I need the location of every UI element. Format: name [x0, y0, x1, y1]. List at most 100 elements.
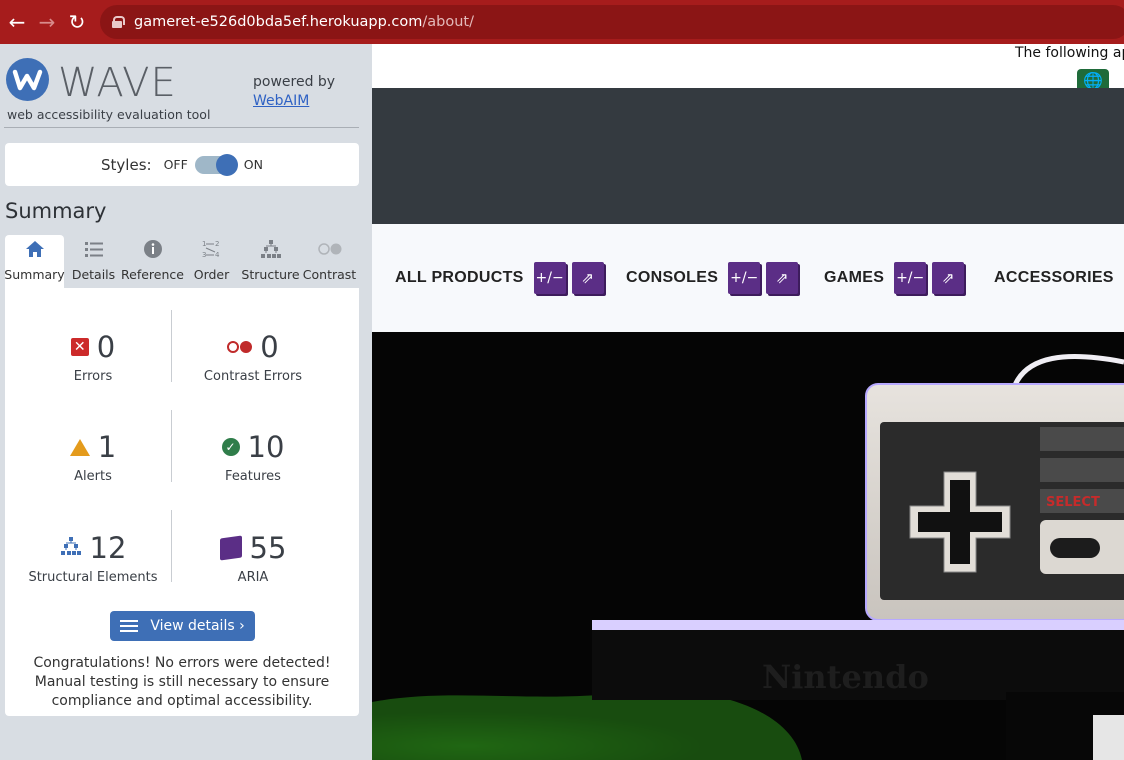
wave-header: WAVE web accessibility evaluation tool p…: [0, 44, 372, 128]
svg-text:SELECT: SELECT: [1046, 495, 1100, 510]
aria-popup-icon[interactable]: ⇗: [766, 262, 799, 294]
toggle-knob: [215, 153, 238, 176]
wave-wordmark: WAVE: [58, 60, 177, 106]
order-icon: 1 2 3 4: [201, 238, 223, 260]
nav-item-consoles[interactable]: CONSOLES +/− ⇗: [626, 262, 799, 294]
aria-expanded-icon[interactable]: +/−: [533, 262, 566, 294]
alerts-count: 1: [97, 430, 117, 464]
lock-icon: [112, 16, 125, 28]
errors-count: 0: [96, 330, 116, 364]
tab-summary[interactable]: Summary: [4, 235, 65, 288]
nav-label: GAMES: [824, 269, 885, 286]
controller-photo: SELECT Nintendo: [372, 332, 1124, 760]
nav-item-accessories[interactable]: ACCESSORIES +: [994, 262, 1124, 294]
wave-sidebar: WAVE web accessibility evaluation tool p…: [0, 44, 372, 760]
reload-icon[interactable]: ↻: [64, 9, 90, 35]
alerts-stat[interactable]: 1 Alerts: [13, 429, 173, 484]
url-path: /about/: [422, 14, 474, 30]
errors-stat[interactable]: ✕ 0 Errors: [13, 329, 173, 384]
tab-summary-label: Summary: [4, 267, 65, 282]
congratulations-message: Congratulations! No errors were detected…: [33, 655, 331, 709]
checkmark-icon: ✓: [221, 438, 240, 456]
wave-tabs: Summary Details Reference 1 2 3 4 Order Str…: [4, 235, 359, 288]
styles-on-label: ON: [243, 157, 263, 172]
nav-label: ALL PRODUCTS: [395, 269, 524, 286]
home-icon: [25, 238, 45, 260]
address-bar[interactable]: gameret-e526d0bda5ef.herokuapp.com/about…: [100, 5, 1124, 39]
error-icon: ✕: [70, 338, 89, 356]
info-icon: [143, 238, 163, 260]
aria-label: ARIA: [237, 570, 269, 585]
svg-text:4: 4: [215, 251, 220, 259]
tab-details[interactable]: Details: [64, 235, 123, 288]
features-count: 10: [247, 430, 285, 464]
structural-stat[interactable]: 12 Structural Elements: [13, 530, 173, 585]
tab-reference-label: Reference: [121, 267, 184, 282]
browser-toolbar: ← → ↻ gameret-e526d0bda5ef.herokuapp.com…: [0, 0, 1124, 44]
contrast-icon: [317, 238, 343, 260]
aria-expanded-icon[interactable]: +/−: [894, 262, 927, 294]
aria-icon: [219, 535, 242, 561]
summary-panel: ✕ 0 Errors 0 Contrast Errors 1 Alerts ✓: [5, 288, 359, 716]
alerts-label: Alerts: [74, 469, 112, 484]
panel-title: Summary: [5, 199, 107, 223]
structural-label: Structural Elements: [28, 570, 158, 585]
contrast-errors-stat[interactable]: 0 Contrast Errors: [173, 329, 333, 384]
structural-count: 12: [89, 531, 127, 565]
aria-popup-icon[interactable]: ⇗: [932, 262, 965, 294]
nav-label: CONSOLES: [626, 269, 719, 286]
aria-popup-icon[interactable]: ⇗: [571, 262, 604, 294]
tab-structure-label: Structure: [241, 267, 300, 282]
nav-item-all-products[interactable]: ALL PRODUCTS +/− ⇗: [395, 262, 604, 294]
contrast-errors-label: Contrast Errors: [203, 369, 303, 384]
header-divider: [4, 127, 359, 128]
nav-item-games[interactable]: GAMES +/− ⇗: [824, 262, 965, 294]
styles-label: Styles:: [101, 155, 152, 174]
features-stat[interactable]: ✓ 10 Features: [173, 429, 333, 484]
back-arrow-icon[interactable]: ←: [4, 9, 30, 35]
tab-contrast[interactable]: Contrast: [300, 235, 359, 288]
tab-reference[interactable]: Reference: [121, 235, 184, 288]
alert-icon: [69, 438, 90, 456]
contrast-errors-count: 0: [260, 330, 279, 364]
website-viewport: The following app 🌐 ALL PRODUCTS +/− ⇗ C…: [372, 44, 1124, 760]
styles-toggle-box: Styles: OFF ON: [5, 143, 359, 186]
tab-details-label: Details: [71, 267, 116, 282]
errors-label: Errors: [73, 369, 113, 384]
webaim-link[interactable]: WebAIM: [253, 93, 309, 109]
forward-arrow-icon[interactable]: →: [34, 9, 60, 35]
wave-tagline: web accessibility evaluation tool: [7, 107, 211, 122]
list-icon: [120, 620, 139, 632]
contrast-error-icon: [227, 341, 253, 353]
svg-text:Nintendo: Nintendo: [762, 658, 929, 696]
list-icon: [84, 238, 104, 260]
view-details-button[interactable]: View details ›: [110, 611, 255, 641]
wave-logo-icon: [6, 58, 49, 101]
svg-text:2: 2: [215, 240, 219, 248]
features-label: Features: [225, 469, 281, 484]
aria-expanded-icon[interactable]: +/−: [728, 262, 761, 294]
hero-image: SELECT Nintendo: [372, 332, 1124, 760]
svg-text:1: 1: [202, 240, 206, 248]
stat-divider: [171, 510, 172, 582]
site-notice-bar: The following app 🌐: [372, 44, 1124, 91]
view-details-label: View details ›: [150, 618, 245, 634]
structure-icon: [260, 238, 282, 260]
tab-order[interactable]: 1 2 3 4 Order: [182, 235, 241, 288]
structure-icon: [60, 536, 82, 560]
svg-text:3: 3: [202, 251, 206, 259]
site-header: [372, 88, 1124, 224]
tab-contrast-label: Contrast: [302, 267, 357, 282]
tab-structure[interactable]: Structure: [241, 235, 300, 288]
stat-divider: [171, 310, 172, 382]
styles-toggle[interactable]: [194, 153, 238, 176]
nav-label: ACCESSORIES: [994, 269, 1114, 286]
aria-count: 55: [249, 531, 287, 565]
aria-stat[interactable]: 55 ARIA: [173, 530, 333, 585]
url-host: gameret-e526d0bda5ef.herokuapp.com: [134, 14, 423, 30]
styles-off-label: OFF: [163, 157, 188, 172]
notice-text: The following app: [1015, 45, 1124, 61]
site-nav: ALL PRODUCTS +/− ⇗ CONSOLES +/− ⇗ GAMES …: [372, 224, 1124, 332]
powered-by-label: powered by: [253, 74, 336, 90]
tab-order-label: Order: [193, 267, 230, 282]
